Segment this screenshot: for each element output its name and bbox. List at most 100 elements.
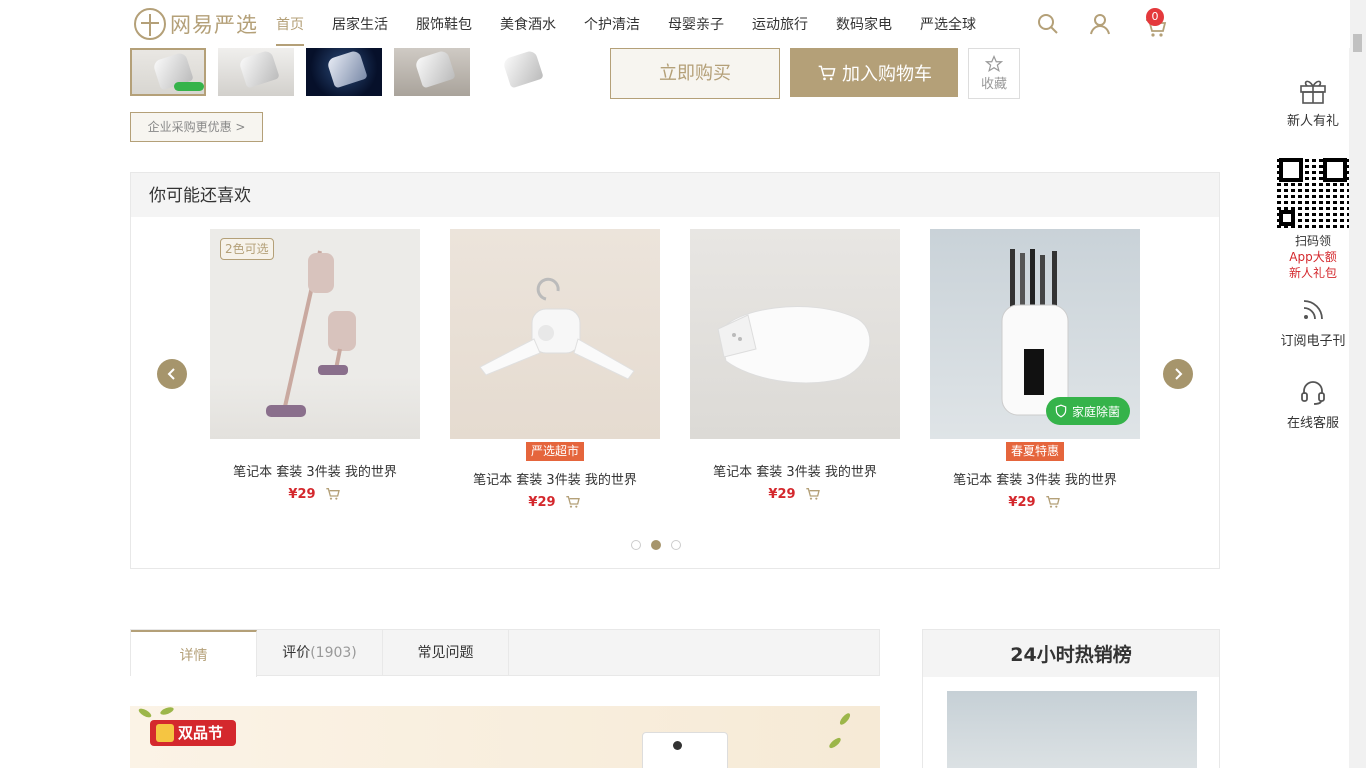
recommend-title: 你可能还喜欢 bbox=[131, 173, 1219, 217]
review-count: (1903) bbox=[310, 645, 357, 661]
add-cart-icon[interactable] bbox=[564, 494, 582, 510]
gift-icon bbox=[1300, 80, 1326, 104]
page: 网易严选 首页 居家生活 服饰鞋包 美食酒水 个护清洁 母婴亲子 运动旅行 数码… bbox=[0, 0, 1366, 768]
add-cart-icon[interactable] bbox=[324, 486, 342, 502]
nav-item-sports[interactable]: 运动旅行 bbox=[738, 0, 822, 48]
scrollbar-thumb[interactable] bbox=[1353, 34, 1362, 52]
product-image[interactable]: 2色可选 bbox=[210, 229, 420, 439]
product-name[interactable]: 笔记本 套装 3件装 我的世界 bbox=[930, 469, 1140, 488]
product-card[interactable]: 严选超市 笔记本 套装 3件装 我的世界 ¥29 bbox=[450, 229, 660, 510]
customer-service-label: 在线客服 bbox=[1286, 416, 1339, 431]
logo-text: 网易严选 bbox=[170, 13, 258, 37]
vacuum-image bbox=[266, 250, 356, 417]
carousel-next-button[interactable] bbox=[1163, 359, 1193, 389]
logo-mark-icon bbox=[134, 8, 166, 40]
add-to-cart-label: 加入购物车 bbox=[842, 63, 932, 85]
tab-reviews-label: 评价 bbox=[282, 645, 311, 661]
favorite-label: 收藏 bbox=[980, 77, 1007, 92]
carousel-dot-active[interactable] bbox=[651, 540, 661, 550]
hot-ranking-title: 24小时热销榜 bbox=[923, 630, 1219, 677]
festival-badge: 双品节 bbox=[150, 720, 236, 746]
star-icon bbox=[985, 55, 1003, 73]
promo-tag: 春夏特惠 bbox=[1006, 442, 1064, 461]
subscribe-label: 订阅电子刊 bbox=[1280, 334, 1346, 349]
nav-item-food[interactable]: 美食酒水 bbox=[486, 0, 570, 48]
cart-count-badge: 0 bbox=[1146, 8, 1164, 26]
product-image[interactable]: 家庭除菌 bbox=[930, 229, 1140, 439]
tab-faq[interactable]: 常见问题 bbox=[383, 630, 509, 676]
thumbnail-3[interactable] bbox=[306, 48, 382, 96]
thumbnail-5[interactable] bbox=[482, 48, 558, 96]
nav-item-digital[interactable]: 数码家电 bbox=[822, 0, 906, 48]
product-thumbnails bbox=[130, 48, 570, 96]
leaf-decoration bbox=[137, 706, 153, 720]
page-scrollbar[interactable] bbox=[1349, 0, 1366, 768]
carousel-dot[interactable] bbox=[631, 540, 641, 550]
product-card[interactable]: 2色可选 笔记本 套装 3件装 我的世界 ¥29 bbox=[210, 229, 420, 502]
nav-item-home-living[interactable]: 居家生活 bbox=[318, 0, 402, 48]
hanger-dryer-image bbox=[479, 277, 635, 380]
subscribe-link[interactable]: 订阅电子刊 bbox=[1268, 296, 1358, 349]
headset-icon bbox=[1301, 381, 1325, 405]
leaf-decoration bbox=[159, 706, 175, 717]
favorite-button[interactable]: 收藏 bbox=[968, 48, 1020, 99]
detail-tabs: 详情 评价(1903) 常见问题 bbox=[130, 629, 880, 677]
product-price-row: ¥29 bbox=[930, 494, 1140, 510]
qr-label: 扫码领 bbox=[1294, 234, 1331, 248]
thumbnail-2[interactable] bbox=[218, 48, 294, 96]
top-header: 网易严选 首页 居家生活 服饰鞋包 美食酒水 个护清洁 母婴亲子 运动旅行 数码… bbox=[0, 0, 1350, 48]
carousel-prev-button[interactable] bbox=[157, 359, 187, 389]
nav-item-home[interactable]: 首页 bbox=[262, 0, 318, 48]
sterilize-badge: 家庭除菌 bbox=[1045, 397, 1130, 425]
hot-ranking-panel: 24小时热销榜 bbox=[922, 629, 1220, 768]
new-user-gift-link[interactable]: 新人有礼 bbox=[1268, 76, 1358, 129]
product-price: ¥29 bbox=[768, 486, 796, 502]
carousel-pagination bbox=[631, 540, 691, 550]
leaf-decoration bbox=[827, 736, 843, 750]
nav-item-global[interactable]: 严选全球 bbox=[906, 0, 990, 48]
product-image[interactable] bbox=[450, 229, 660, 439]
product-price-row: ¥29 bbox=[450, 494, 660, 510]
product-card[interactable]: 笔记本 套装 3件装 我的世界 ¥29 bbox=[690, 229, 900, 502]
leaf-decoration bbox=[838, 711, 852, 727]
promo-tag: 严选超市 bbox=[526, 442, 584, 461]
rss-icon bbox=[1303, 300, 1323, 320]
buy-now-button[interactable]: 立即购买 bbox=[610, 48, 780, 99]
tab-detail[interactable]: 详情 bbox=[131, 630, 257, 677]
main-nav: 首页 居家生活 服饰鞋包 美食酒水 个护清洁 母婴亲子 运动旅行 数码家电 严选… bbox=[262, 0, 990, 48]
nav-item-personal-care[interactable]: 个护清洁 bbox=[570, 0, 654, 48]
toilet-seat-image bbox=[717, 306, 871, 384]
cart-icon bbox=[818, 65, 836, 80]
product-card[interactable]: 家庭除菌 春夏特惠 笔记本 套装 3件装 我的世界 ¥29 bbox=[930, 229, 1140, 510]
product-price: ¥29 bbox=[288, 486, 316, 502]
product-price-row: ¥29 bbox=[690, 486, 900, 502]
product-price: ¥29 bbox=[1008, 494, 1036, 510]
product-image[interactable] bbox=[690, 229, 900, 439]
product-name[interactable]: 笔记本 套装 3件装 我的世界 bbox=[450, 469, 660, 488]
air-purifier-image bbox=[642, 732, 728, 768]
hot-product-image[interactable] bbox=[947, 691, 1197, 768]
site-logo[interactable]: 网易严选 bbox=[134, 8, 258, 40]
promo-banner: 双品节 bbox=[130, 706, 880, 768]
new-user-gift-label: 新人有礼 bbox=[1286, 114, 1339, 129]
nav-item-apparel[interactable]: 服饰鞋包 bbox=[402, 0, 486, 48]
recommend-section: 你可能还喜欢 2色可选 笔记本 套装 3件装 我的世界 ¥29 严选超市 笔记本… bbox=[130, 172, 1220, 569]
qr-promo-line-1: App大额 bbox=[1289, 250, 1337, 264]
search-icon[interactable] bbox=[1036, 12, 1060, 36]
chevron-left-icon bbox=[167, 368, 175, 380]
customer-service-link[interactable]: 在线客服 bbox=[1268, 378, 1358, 431]
thumbnail-1[interactable] bbox=[130, 48, 206, 96]
enterprise-purchase-button[interactable]: 企业采购更优惠 > bbox=[130, 112, 263, 142]
product-name[interactable]: 笔记本 套装 3件装 我的世界 bbox=[690, 461, 900, 480]
carousel-dot[interactable] bbox=[671, 540, 681, 550]
add-to-cart-button[interactable]: 加入购物车 bbox=[790, 48, 958, 97]
tab-reviews[interactable]: 评价(1903) bbox=[257, 630, 383, 676]
add-cart-icon[interactable] bbox=[804, 486, 822, 502]
nav-item-baby[interactable]: 母婴亲子 bbox=[654, 0, 738, 48]
add-cart-icon[interactable] bbox=[1044, 494, 1062, 510]
product-name[interactable]: 笔记本 套装 3件装 我的世界 bbox=[210, 461, 420, 480]
qr-promo-text: App大额 新人礼包 bbox=[1268, 249, 1358, 281]
thumbnail-4[interactable] bbox=[394, 48, 470, 96]
qr-promo-line-2: 新人礼包 bbox=[1288, 266, 1337, 280]
user-icon[interactable] bbox=[1088, 12, 1112, 36]
